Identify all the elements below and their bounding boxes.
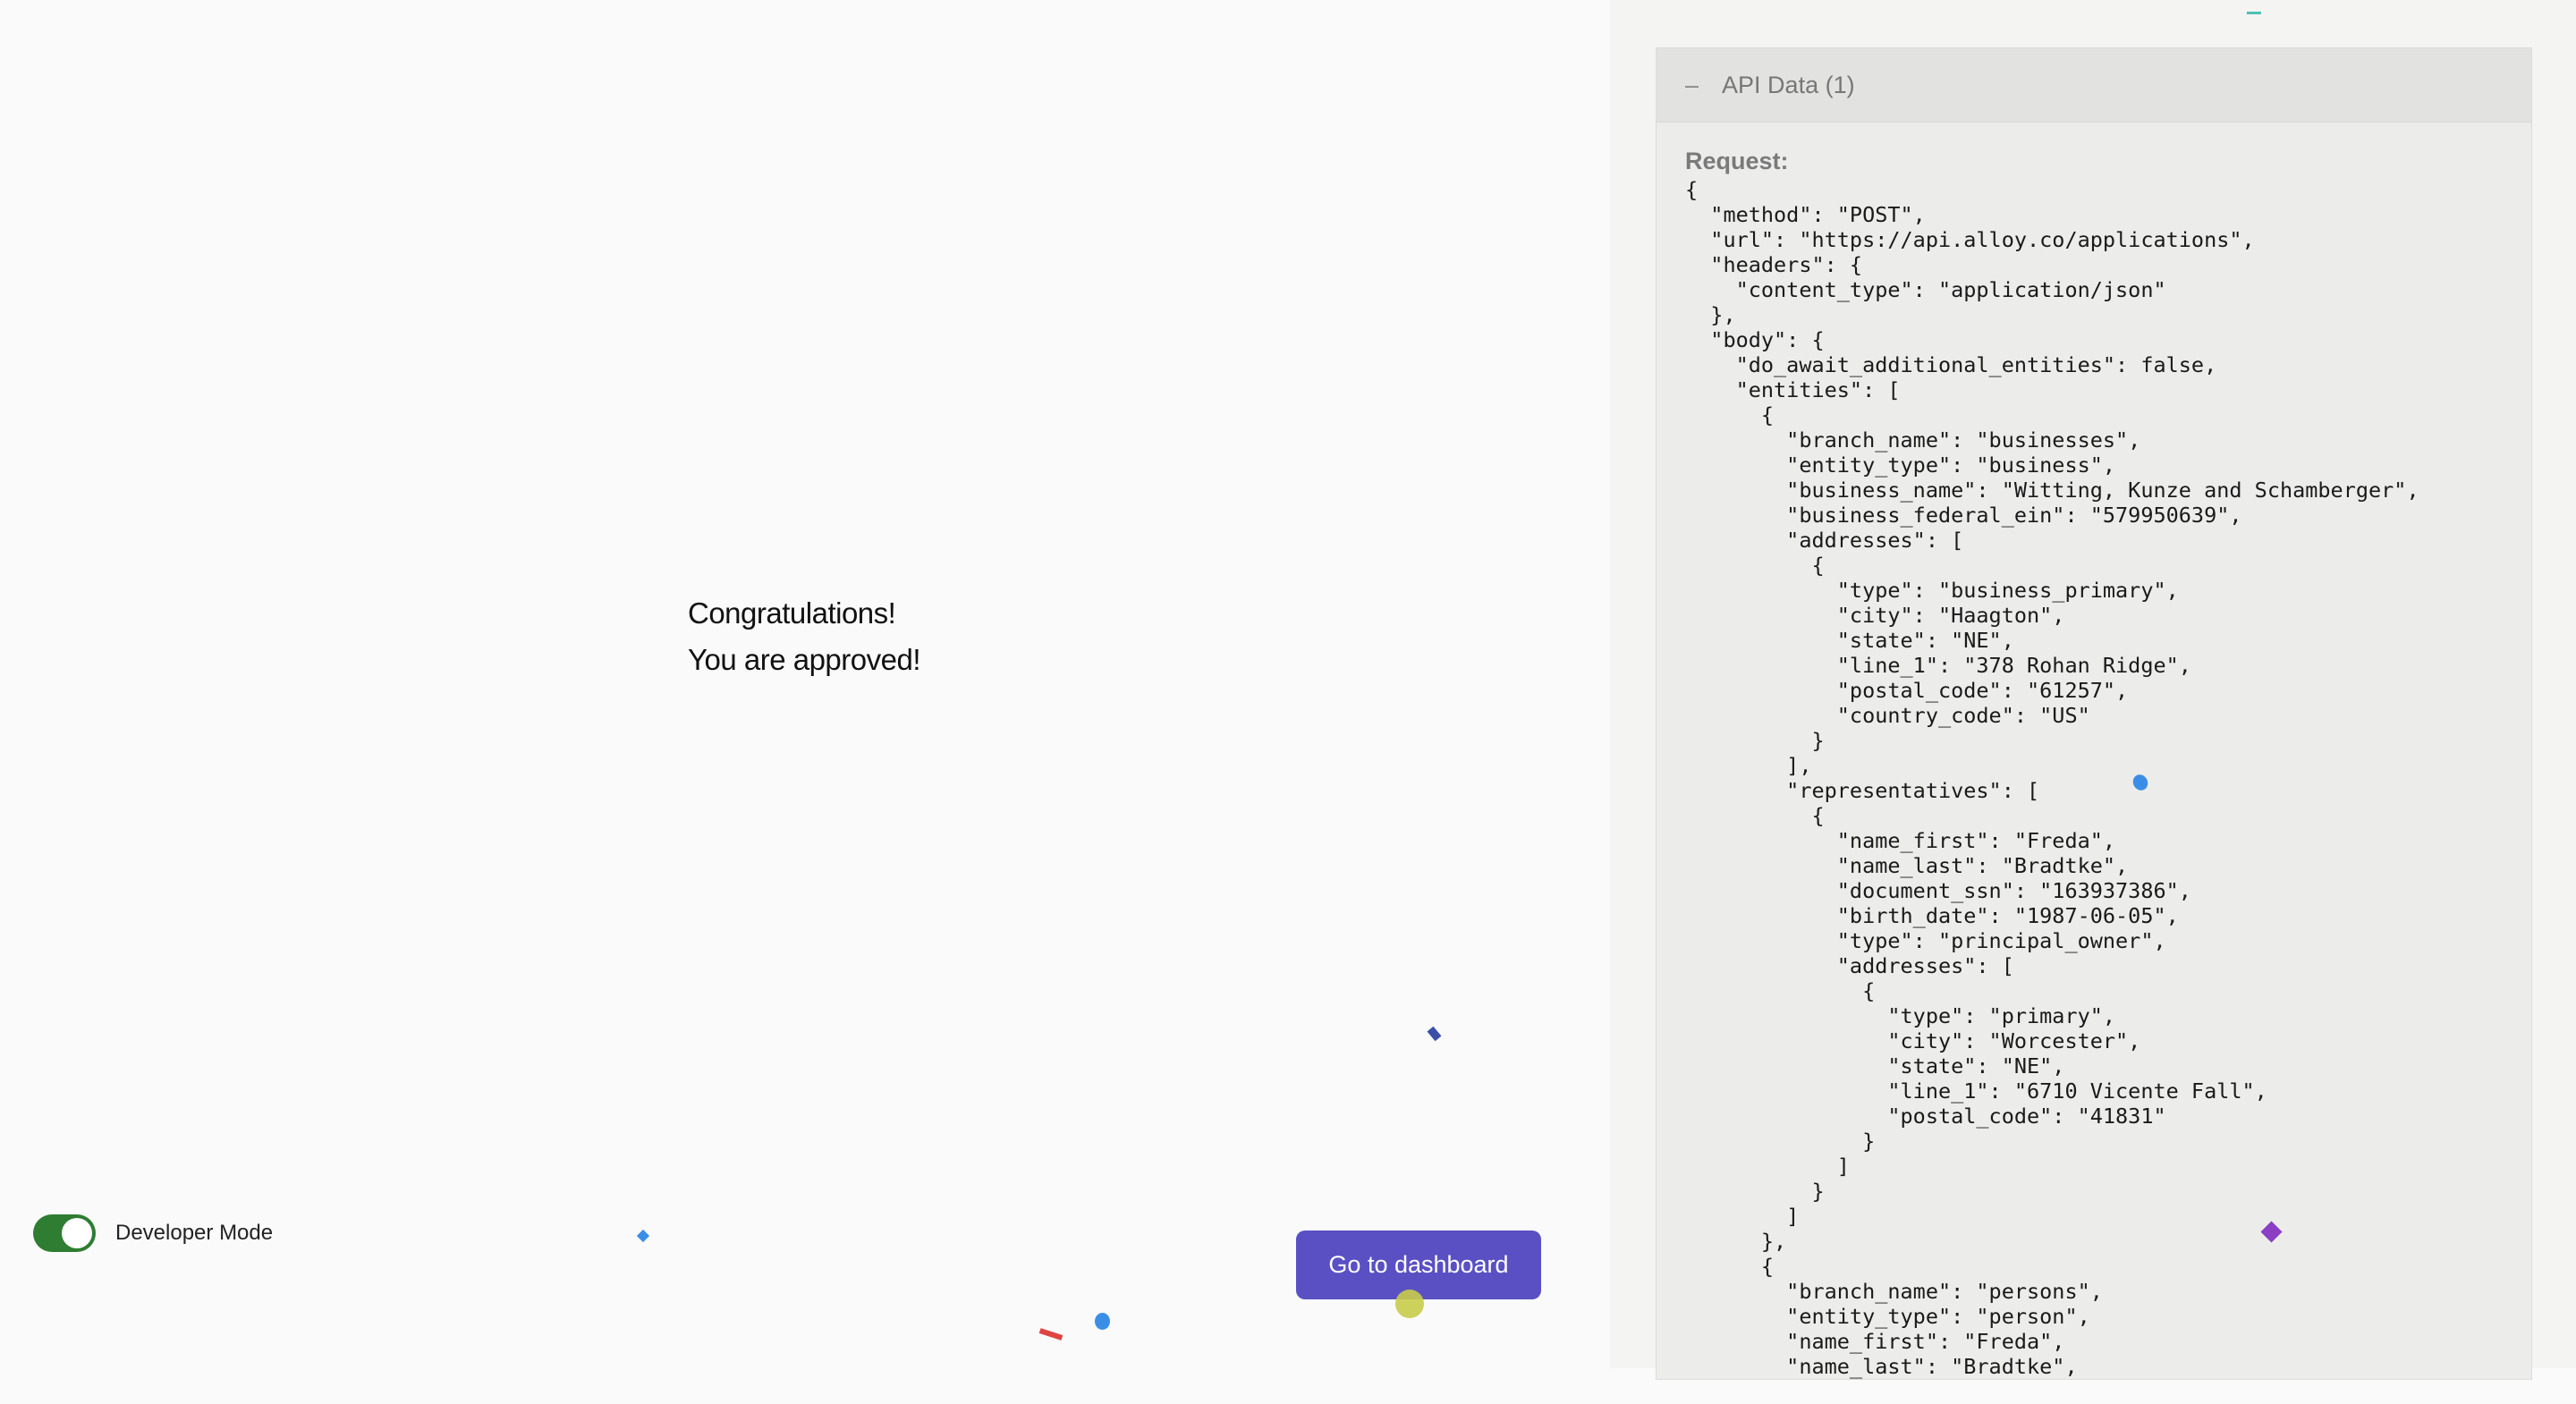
api-data-header[interactable]: – API Data (1) <box>1657 48 2531 123</box>
congrats-heading: Congratulations! <box>688 596 896 630</box>
api-data-title: API Data (1) <box>1722 71 1855 98</box>
confetti-piece <box>1427 1026 1442 1042</box>
request-json: { "method": "POST", "url": "https://api.… <box>1685 177 2419 1379</box>
developer-mode-control[interactable]: Developer Mode <box>33 1214 273 1252</box>
go-to-dashboard-button[interactable]: Go to dashboard <box>1296 1231 1541 1299</box>
request-label: Request: <box>1685 148 1789 174</box>
confetti-piece <box>2247 12 2261 14</box>
approved-text: You are approved! <box>688 643 921 676</box>
api-data-panel: – API Data (1) Request: { "method": "POS… <box>1656 47 2532 1380</box>
collapse-icon[interactable]: – <box>1685 72 1699 99</box>
confetti-piece <box>1095 1313 1110 1330</box>
toggle-knob <box>62 1218 92 1248</box>
approval-pane: Congratulations! You are approved! Devel… <box>0 0 1610 1368</box>
cursor-indicator <box>1395 1290 1424 1318</box>
confetti-piece <box>1038 1328 1063 1341</box>
api-data-body: Request: { "method": "POST", "url": "htt… <box>1657 123 2531 1404</box>
approval-message: Congratulations! You are approved! <box>688 590 921 683</box>
developer-mode-label: Developer Mode <box>115 1221 274 1245</box>
confetti-piece <box>636 1229 650 1243</box>
developer-mode-toggle[interactable] <box>33 1214 96 1252</box>
